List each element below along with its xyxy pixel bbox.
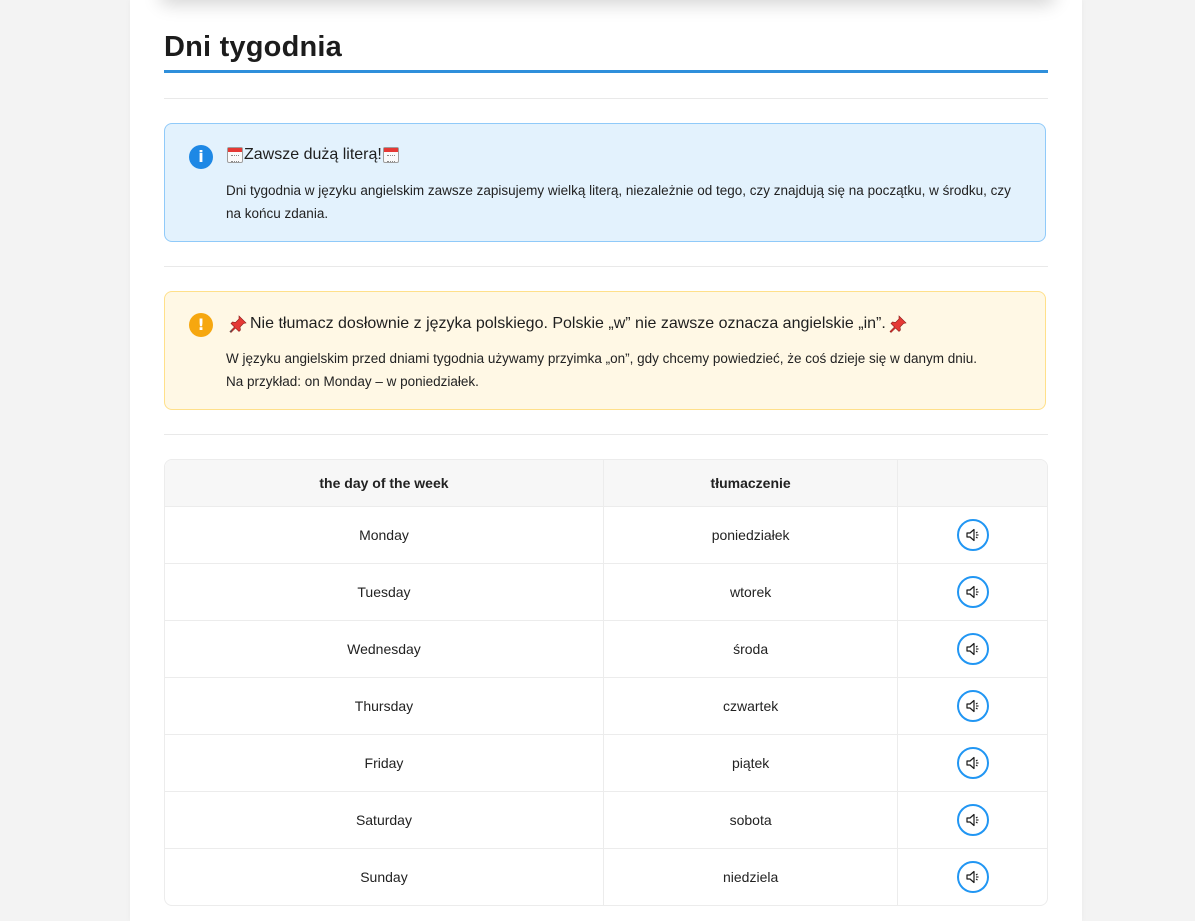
warning-callout-title-text: Nie tłumacz dosłownie z języka polskiego… <box>250 315 886 332</box>
table-row: Thursday czwartek <box>165 678 1047 735</box>
column-header-translation: tłumaczenie <box>603 460 899 507</box>
translation-cell: wtorek <box>603 564 899 621</box>
day-name-cell: Sunday <box>165 849 604 905</box>
warning-callout: ! Nie tłumacz dosłownie z języka polskie… <box>164 291 1046 410</box>
day-name-cell: Friday <box>165 735 604 792</box>
audio-cell <box>898 564 1047 621</box>
translation-cell: niedziela <box>604 849 899 905</box>
table-row: Tuesday wtorek <box>165 564 1047 621</box>
day-name-cell: Saturday <box>165 792 604 849</box>
translation-cell: piątek <box>603 735 899 792</box>
speaker-icon <box>966 642 979 656</box>
info-icon: i <box>189 145 213 169</box>
day-name-cell: Wednesday <box>165 621 604 678</box>
speaker-icon <box>966 699 979 713</box>
audio-cell <box>898 735 1047 792</box>
calendar-icon <box>227 147 243 163</box>
table-row: Monday poniedziałek <box>165 507 1047 564</box>
play-audio-button[interactable] <box>956 633 989 665</box>
play-audio-button[interactable] <box>956 747 989 779</box>
table-row: Saturday sobota <box>165 792 1047 849</box>
audio-cell <box>898 849 1047 905</box>
exclamation-icon: ! <box>189 313 213 337</box>
translation-cell: sobota <box>603 792 899 849</box>
divider <box>164 434 1048 435</box>
column-header-day: the day of the week <box>165 460 604 507</box>
audio-cell <box>898 792 1047 849</box>
column-header-audio <box>898 460 1047 507</box>
info-callout-title-text: Zawsze dużą literą! <box>244 146 382 163</box>
table-header-row: the day of the week tłumaczenie <box>165 460 1047 507</box>
info-callout: i Zawsze dużą literą! Dni tygodnia w jęz… <box>164 123 1046 242</box>
warning-callout-body-line: W języku angielskim przed dniami tygodni… <box>226 351 978 366</box>
calendar-icon <box>382 147 399 163</box>
day-name-cell: Thursday <box>165 678 604 735</box>
play-audio-button[interactable] <box>956 519 989 551</box>
day-name-cell: Tuesday <box>165 564 604 621</box>
pushpin-icon <box>889 315 907 333</box>
warning-callout-body-line: Na przykład: on Monday – w poniedziałek. <box>226 374 479 389</box>
warning-callout-body: W języku angielskim przed dniami tygodni… <box>226 347 1026 393</box>
day-name-cell: Monday <box>165 507 604 564</box>
days-table: the day of the week tłumaczenie Monday po… <box>164 459 1048 906</box>
translation-cell: środa <box>603 621 899 678</box>
speaker-icon <box>966 585 979 599</box>
table-row: Wednesday środa <box>165 621 1047 678</box>
warning-callout-title: Nie tłumacz dosłownie z języka polskiego… <box>226 314 910 334</box>
table-row: Friday piątek <box>165 735 1047 792</box>
play-audio-button[interactable] <box>956 804 989 836</box>
translation-cell: poniedziałek <box>603 507 899 564</box>
table-body: Monday poniedziałek Tuesday wtorek Wednesday… <box>165 507 1047 905</box>
table-row: Sunday niedziela <box>165 849 1047 905</box>
play-audio-button[interactable] <box>956 861 989 893</box>
info-callout-body: Dni tygodnia w języku angielskim zawsze … <box>226 183 1011 221</box>
info-callout-title: Zawsze dużą literą! <box>226 146 400 164</box>
audio-cell <box>898 678 1047 735</box>
speaker-icon <box>966 813 979 827</box>
title-underline <box>164 70 1048 73</box>
play-audio-button[interactable] <box>956 690 989 722</box>
play-audio-button[interactable] <box>956 576 989 608</box>
speaker-icon <box>966 756 979 770</box>
audio-cell <box>898 507 1047 564</box>
pushpin-icon <box>229 315 247 333</box>
divider <box>164 266 1048 267</box>
divider <box>164 98 1048 99</box>
speaker-icon <box>966 528 979 542</box>
audio-cell <box>898 621 1047 678</box>
translation-cell: czwartek <box>603 678 899 735</box>
speaker-icon <box>966 870 979 884</box>
page-title: Dni tygodnia <box>164 31 343 63</box>
